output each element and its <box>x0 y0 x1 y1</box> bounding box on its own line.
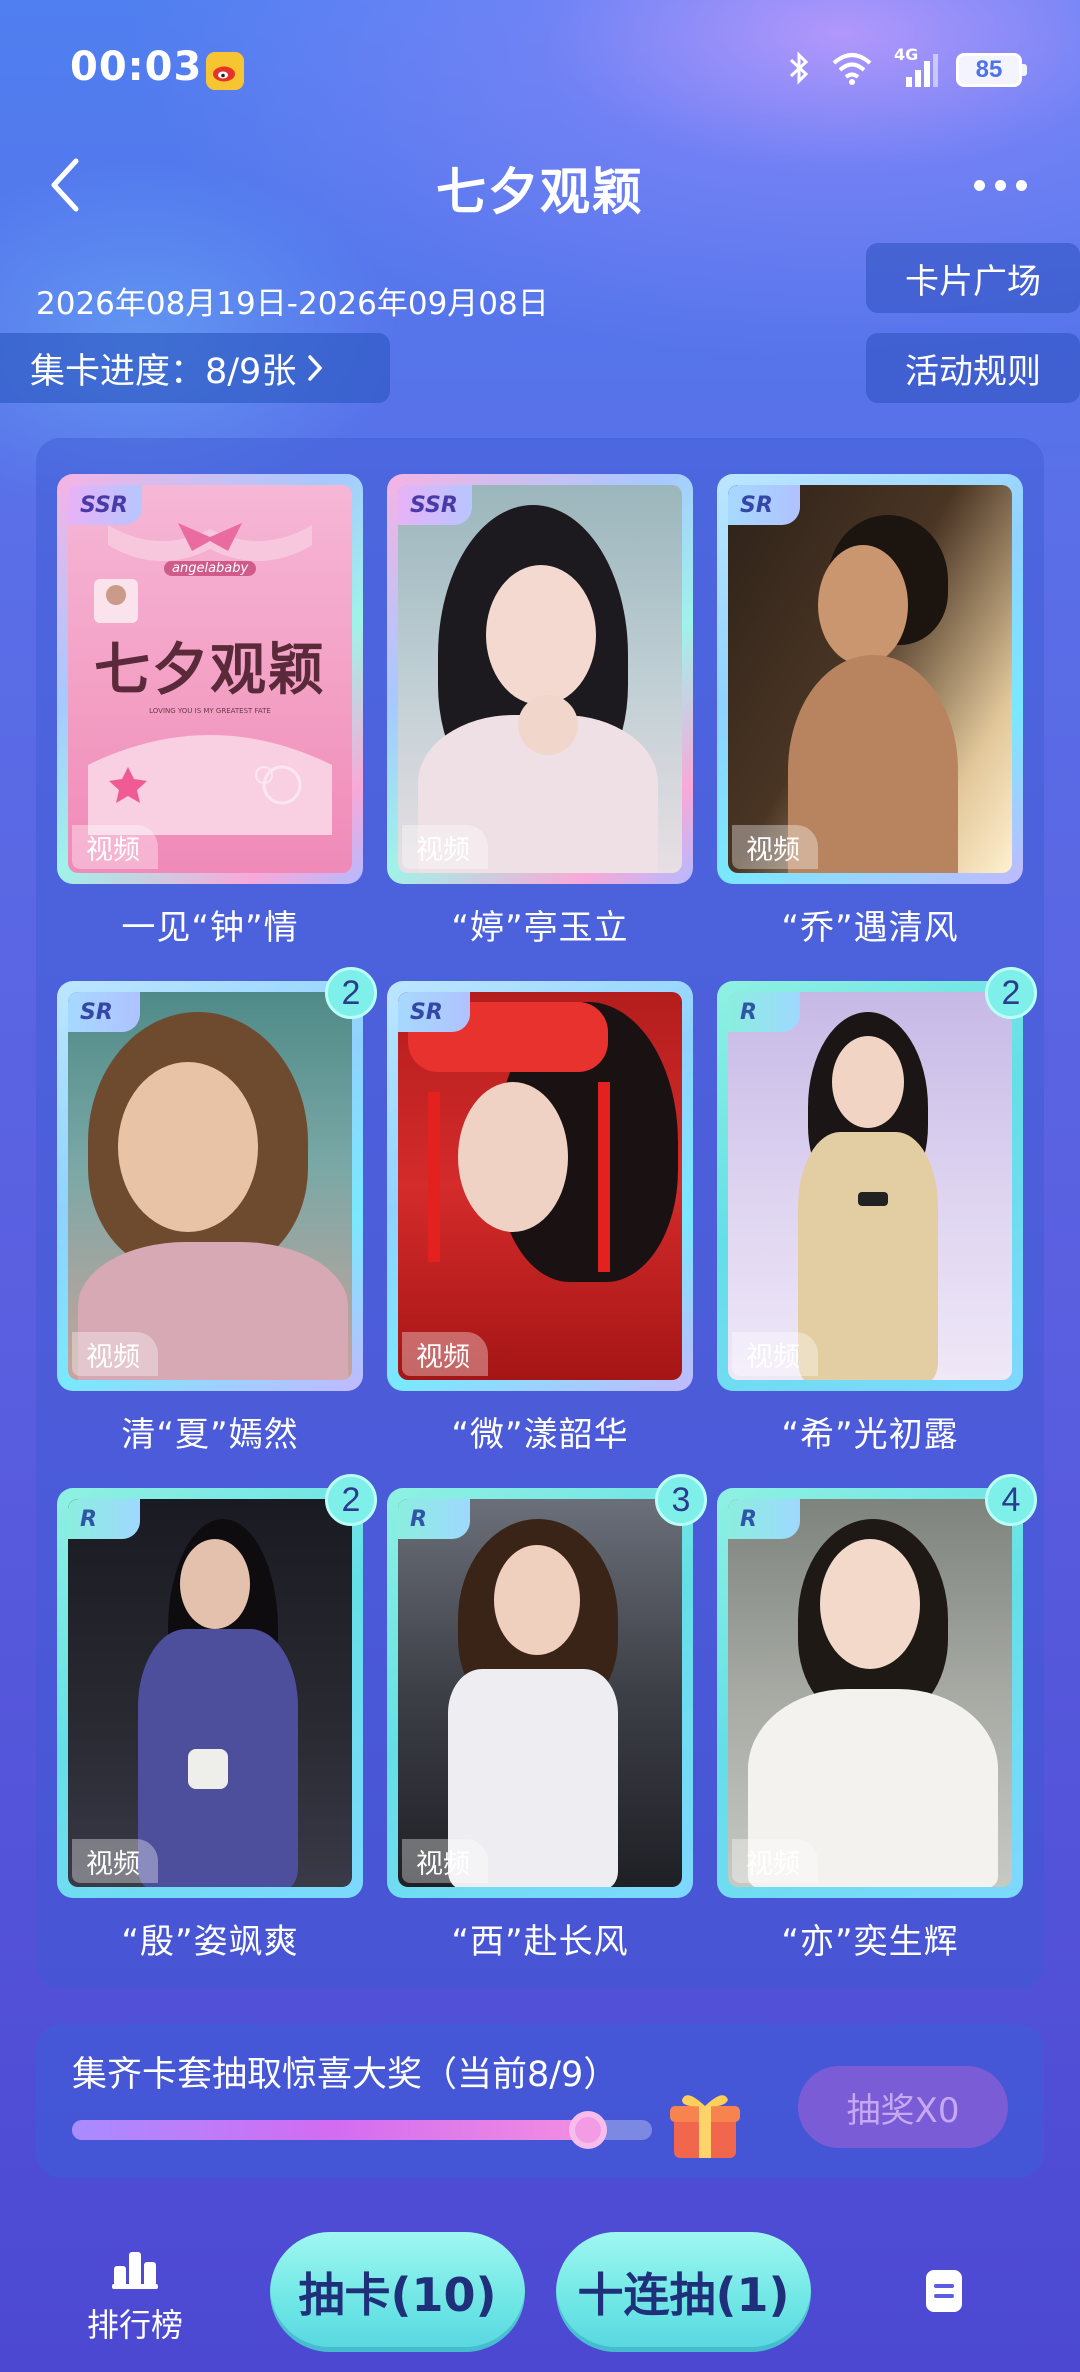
card-image: SR 视频 <box>398 992 682 1380</box>
rarity-tag: SR <box>398 992 470 1032</box>
card-caption: “婷”亭玉立 <box>451 908 629 948</box>
card-count-badge: 4 <box>985 1474 1037 1526</box>
poster-brand: angelababy <box>164 561 257 576</box>
video-tag: 视频 <box>72 825 158 869</box>
card-count-badge: 2 <box>325 1474 377 1526</box>
rarity-tag: R <box>68 1499 140 1539</box>
card-1[interactable]: angelababy 七夕观颖 LOVING YOU IS MY GREATES… <box>57 474 363 884</box>
leaderboard-label: 排行榜 <box>86 2306 183 2344</box>
card-caption: “西”赴长风 <box>451 1922 629 1962</box>
gift-icon <box>668 2086 742 2162</box>
card-image: R 视频 <box>728 1499 1012 1887</box>
battery-icon: 85 <box>956 53 1027 87</box>
card-image: SSR 视频 <box>398 485 682 873</box>
dot-icon <box>1015 179 1027 191</box>
leaderboard-button[interactable]: 排行榜 <box>80 2248 190 2346</box>
chevron-right-icon <box>306 353 324 383</box>
card-image: SR 视频 <box>68 992 352 1380</box>
video-tag: 视频 <box>732 1332 818 1376</box>
card-6[interactable]: R 视频 2 <box>717 967 1037 1391</box>
prize-progress-bar <box>72 2111 652 2149</box>
leaderboard-icon <box>112 2252 158 2289</box>
rarity-tag: SR <box>68 992 140 1032</box>
card-3[interactable]: SR 视频 <box>717 474 1023 884</box>
collection-progress-button[interactable]: 集卡进度：8/9张 <box>0 333 390 403</box>
card-caption: “亦”奕生辉 <box>781 1922 959 1962</box>
card-caption: “殷”姿飒爽 <box>121 1922 299 1962</box>
record-button[interactable] <box>924 2268 964 2314</box>
card-caption: 清“夏”嫣然 <box>121 1415 299 1455</box>
card-image: R 视频 <box>398 1499 682 1887</box>
video-tag: 视频 <box>732 825 818 869</box>
video-tag: 视频 <box>72 1839 158 1883</box>
more-options-button[interactable] <box>960 160 1040 210</box>
prize-panel: 集齐卡套抽取惊喜大奖（当前8/9） 抽奖X0 <box>36 2024 1044 2178</box>
poster-tagline: LOVING YOU IS MY GREATEST FATE <box>149 707 271 715</box>
prize-progress-knob <box>569 2111 608 2149</box>
prize-description: 集齐卡套抽取惊喜大奖（当前8/9） <box>72 2055 619 2095</box>
card-image: SR 视频 <box>728 485 1012 873</box>
document-icon <box>926 2270 962 2312</box>
page-title: 七夕观颖 <box>436 163 644 221</box>
video-tag: 视频 <box>402 825 488 869</box>
weibo-icon <box>206 52 244 90</box>
card-count-badge: 2 <box>985 967 1037 1019</box>
video-tag: 视频 <box>732 1839 818 1883</box>
rarity-tag: SSR <box>68 485 142 525</box>
wifi-icon <box>830 51 874 89</box>
rarity-tag: R <box>398 1499 470 1539</box>
card-caption: “希”光初露 <box>781 1415 959 1455</box>
card-caption: “微”漾韶华 <box>451 1415 629 1455</box>
event-date-range: 2026年08月19日-2026年09月08日 <box>36 286 549 322</box>
card-caption: “乔”遇清风 <box>781 908 959 948</box>
dot-icon <box>994 179 1006 191</box>
card-image: R 视频 <box>728 992 1012 1380</box>
card-2[interactable]: SSR 视频 <box>387 474 693 884</box>
activity-rules-button[interactable]: 活动规则 <box>866 333 1080 403</box>
card-4[interactable]: SR 视频 2 <box>57 967 377 1391</box>
ten-draw-button[interactable]: 十连抽(1) <box>556 2232 811 2352</box>
card-square-button[interactable]: 卡片广场 <box>866 243 1080 313</box>
battery-level: 85 <box>975 56 1003 83</box>
rarity-tag: SSR <box>398 485 472 525</box>
collection-progress-label: 集卡进度：8/9张 <box>30 351 297 392</box>
video-tag: 视频 <box>402 1839 488 1883</box>
rarity-tag: R <box>728 992 800 1032</box>
card-9[interactable]: R 视频 4 <box>717 1474 1037 1898</box>
bluetooth-icon <box>786 50 812 90</box>
draw-card-button[interactable]: 抽卡(10) <box>270 2232 525 2352</box>
rarity-tag: SR <box>728 485 800 525</box>
card-image: angelababy 七夕观颖 LOVING YOU IS MY GREATES… <box>68 485 352 873</box>
card-image: R 视频 <box>68 1499 352 1887</box>
card-7[interactable]: R 视频 2 <box>57 1474 377 1898</box>
video-tag: 视频 <box>72 1332 158 1376</box>
signal-icon: 4G <box>892 45 938 89</box>
status-bar: 00:03 4G 85 <box>0 0 1080 140</box>
card-count-badge: 3 <box>655 1474 707 1526</box>
card-caption: 一见“钟”情 <box>121 908 299 948</box>
poster-title: 七夕观颖 <box>94 638 326 703</box>
status-time: 00:03 <box>70 44 203 90</box>
dot-icon <box>973 179 985 191</box>
lottery-button[interactable]: 抽奖X0 <box>798 2066 1008 2148</box>
card-5[interactable]: SR 视频 <box>387 981 693 1391</box>
video-tag: 视频 <box>402 1332 488 1376</box>
prize-progress-fill <box>72 2120 589 2140</box>
card-count-badge: 2 <box>325 967 377 1019</box>
rarity-tag: R <box>728 1499 800 1539</box>
card-8[interactable]: R 视频 3 <box>387 1474 707 1898</box>
